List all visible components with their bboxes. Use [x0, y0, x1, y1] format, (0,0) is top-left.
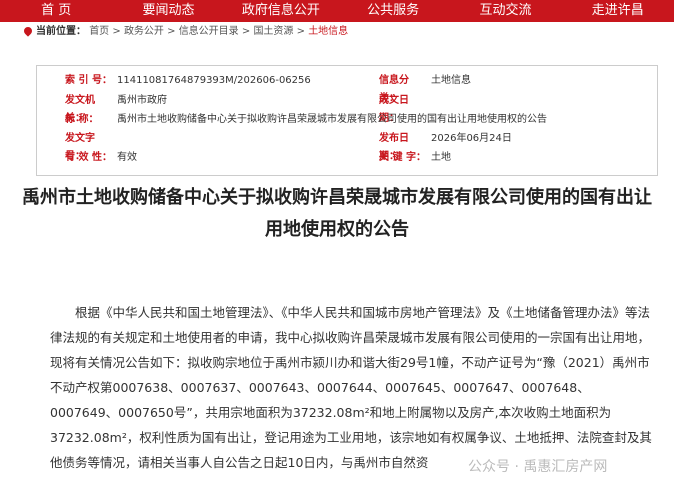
breadcrumb-label: 当前位置：: [36, 26, 86, 37]
nav-news[interactable]: 要闻动态: [112, 0, 224, 22]
name-value: 禹州市土地收购储备中心关于拟收购许昌荣晟城市发展有限公司使用的国有出让用地使用权…: [117, 114, 547, 125]
keywords-value: 土地: [431, 152, 451, 163]
index-label: 索 引 号：: [65, 75, 112, 86]
name-label: 标 称：: [65, 114, 99, 125]
breadcrumb-home[interactable]: 首页: [89, 26, 109, 37]
breadcrumb-catalog[interactable]: 信息公开目录: [179, 26, 239, 37]
breadcrumb-gov-affairs[interactable]: 政务公开: [124, 26, 164, 37]
article-body: 根据《中华人民共和国土地管理法》、《中华人民共和国城市房地产管理法》及《土地储备…: [50, 300, 654, 475]
document-meta-table: 索 引 号： 11411081764879393M/202606-06256 信…: [36, 65, 658, 176]
top-nav: 首 页 要闻动态 政府信息公开 公共服务 互动交流 走进许昌: [0, 0, 674, 22]
nav-gov-info[interactable]: 政府信息公开: [225, 0, 337, 22]
nav-public-service[interactable]: 公共服务: [337, 0, 449, 22]
validity-label: 有 效 性：: [65, 152, 112, 163]
breadcrumb: 当前位置： 首页 > 政务公开 > 信息公开目录 > 国土资源 > 土地信息: [0, 22, 674, 42]
validity-value: 有效: [117, 152, 137, 163]
body-paragraph: 根据《中华人民共和国土地管理法》、《中华人民共和国城市房地产管理法》及《土地储备…: [50, 305, 652, 470]
article-title: 禹州市土地收购储备中心关于拟收购许昌荣晟城市发展有限公司使用的国有出让用地使用权…: [22, 187, 652, 240]
publish-date-value: 2026年06月24日: [431, 133, 512, 144]
keywords-label: 关 键 字：: [379, 152, 426, 163]
org-value: 禹州市政府: [117, 95, 167, 106]
nav-interaction[interactable]: 互动交流: [449, 0, 561, 22]
nav-home[interactable]: 首 页: [0, 0, 112, 22]
breadcrumb-current[interactable]: 土地信息: [308, 26, 348, 37]
nav-about[interactable]: 走进许昌: [562, 0, 674, 22]
index-value: 11411081764879393M/202606-06256: [117, 75, 311, 86]
location-pin-icon: [22, 25, 34, 37]
breadcrumb-land-resources[interactable]: 国土资源: [253, 26, 293, 37]
watermark: 公众号 · 禹惠汇房产网: [468, 459, 608, 475]
category-value: 土地信息: [431, 75, 471, 86]
